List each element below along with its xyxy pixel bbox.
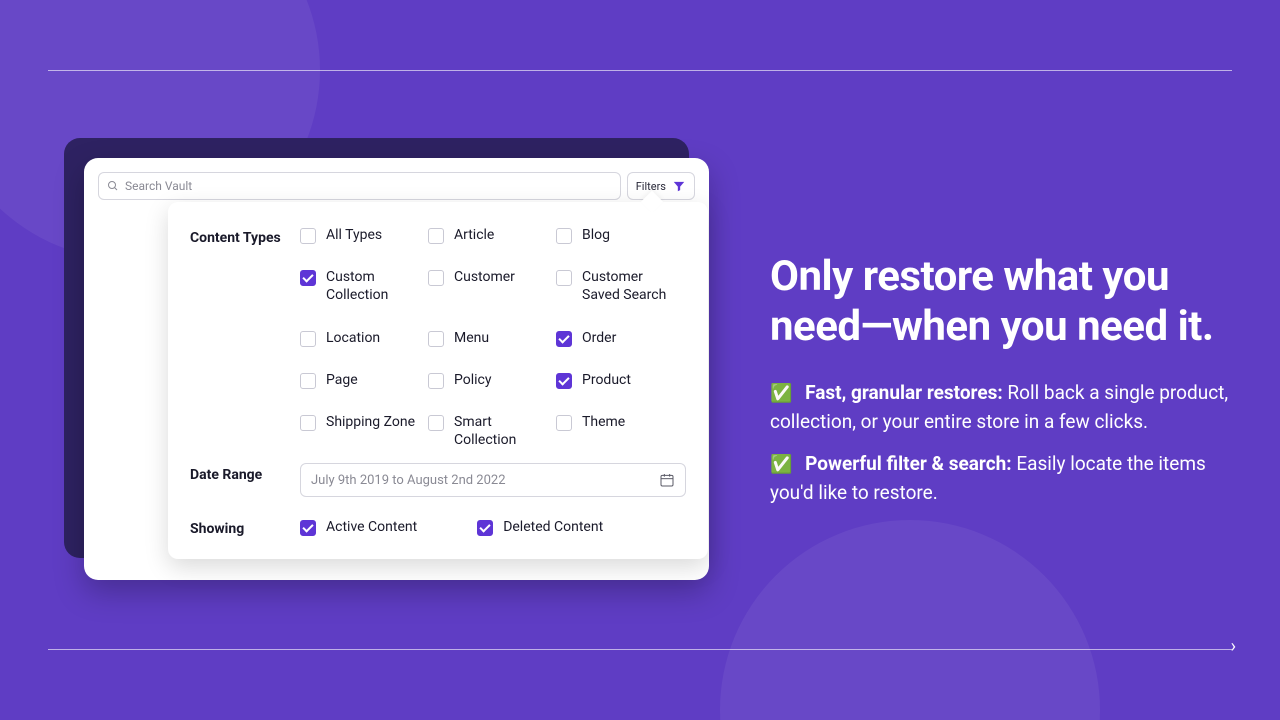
content-type-checkbox[interactable]: Theme <box>556 413 684 449</box>
content-type-checkbox[interactable]: Order <box>556 329 684 347</box>
content-type-label: Theme <box>582 413 625 431</box>
content-type-label: Page <box>326 371 358 389</box>
content-type-checkbox[interactable]: Smart Collection <box>428 413 556 449</box>
bullet-item: ✅ Powerful filter & search: Easily locat… <box>770 450 1230 507</box>
filters-popover: Content Types All Types Article Blog Custom… <box>168 202 708 559</box>
checkbox-icon <box>428 228 444 244</box>
search-row: Search Vault Filters <box>98 172 695 200</box>
content-type-checkbox[interactable]: Article <box>428 226 556 244</box>
search-placeholder: Search Vault <box>125 179 192 193</box>
content-type-label: Product <box>582 371 631 389</box>
showing-checkbox[interactable]: Deleted Content <box>477 517 603 537</box>
bullet-strong: Powerful filter & search: <box>800 452 1011 475</box>
content-type-checkbox[interactable]: Page <box>300 371 428 389</box>
content-type-label: Location <box>326 329 380 347</box>
checkbox-icon <box>556 415 572 431</box>
bullet-item: ✅ Fast, granular restores: Roll back a s… <box>770 379 1230 436</box>
checkbox-icon <box>428 331 444 347</box>
filters-button[interactable]: Filters <box>627 172 695 200</box>
content-type-label: Smart Collection <box>454 413 556 449</box>
content-type-checkbox[interactable]: Shipping Zone <box>300 413 428 449</box>
content-types-label: Content Types <box>190 226 300 449</box>
content-type-checkbox[interactable]: Location <box>300 329 428 347</box>
content-type-label: All Types <box>326 226 382 244</box>
checkbox-icon <box>300 373 316 389</box>
date-range-label: Date Range <box>190 463 300 497</box>
filter-icon <box>672 179 686 193</box>
content-type-checkbox[interactable]: Blog <box>556 226 684 244</box>
content-type-label: Shipping Zone <box>326 413 415 431</box>
showing-checkbox[interactable]: Active Content <box>300 517 417 537</box>
checkbox-icon <box>428 270 444 286</box>
headline: Only restore what you need—when you need… <box>770 252 1230 351</box>
checkbox-icon <box>300 520 316 536</box>
checkbox-icon <box>428 415 444 431</box>
date-range-input[interactable]: July 9th 2019 to August 2nd 2022 <box>300 463 686 497</box>
marketing-copy: Only restore what you need—when you need… <box>770 252 1230 521</box>
content-type-checkbox[interactable]: Menu <box>428 329 556 347</box>
content-type-label: Customer Saved Search <box>582 268 684 304</box>
content-type-label: Order <box>582 329 616 347</box>
content-type-label: Blog <box>582 226 610 244</box>
content-type-label: Menu <box>454 329 489 347</box>
divider-top <box>48 70 1232 71</box>
content-type-checkbox[interactable]: Customer <box>428 268 556 304</box>
calendar-icon <box>659 472 675 488</box>
checkbox-icon <box>300 331 316 347</box>
showing-label-text: Deleted Content <box>503 519 603 535</box>
content-types-section: Content Types All Types Article Blog Custom… <box>190 226 686 449</box>
content-type-checkbox[interactable]: Custom Collection <box>300 268 428 304</box>
check-icon: ✅ <box>770 383 792 404</box>
content-type-label: Customer <box>454 268 515 286</box>
bg-decor-circle <box>720 520 1100 720</box>
content-type-checkbox[interactable]: Customer Saved Search <box>556 268 684 304</box>
search-icon <box>107 180 119 192</box>
checkbox-icon <box>300 270 316 286</box>
checkbox-icon <box>300 415 316 431</box>
content-type-checkbox[interactable]: Policy <box>428 371 556 389</box>
content-type-checkbox[interactable]: Product <box>556 371 684 389</box>
bullet-strong: Fast, granular restores: <box>800 381 1002 404</box>
content-type-label: Policy <box>454 371 492 389</box>
checkbox-icon <box>556 228 572 244</box>
showing-section: Showing Active Content Deleted Content <box>190 517 686 537</box>
checkbox-icon <box>556 331 572 347</box>
content-type-label: Article <box>454 226 494 244</box>
search-input[interactable]: Search Vault <box>98 172 621 200</box>
checkbox-icon <box>428 373 444 389</box>
divider-bottom <box>48 649 1232 650</box>
content-type-checkbox[interactable]: All Types <box>300 226 428 244</box>
showing-label-text: Active Content <box>326 519 417 535</box>
showing-row: Active Content Deleted Content <box>300 517 603 537</box>
date-range-section: Date Range July 9th 2019 to August 2nd 2… <box>190 463 686 497</box>
arrow-right-icon: › <box>1231 636 1236 657</box>
checkbox-icon <box>556 373 572 389</box>
showing-label: Showing <box>190 517 300 537</box>
checkbox-icon <box>300 228 316 244</box>
date-range-value: July 9th 2019 to August 2nd 2022 <box>311 473 506 488</box>
check-icon: ✅ <box>770 454 792 475</box>
content-types-grid: All Types Article Blog Custom Collection Cus… <box>300 226 684 449</box>
content-type-label: Custom Collection <box>326 268 428 304</box>
checkbox-icon <box>556 270 572 286</box>
checkbox-icon <box>477 520 493 536</box>
